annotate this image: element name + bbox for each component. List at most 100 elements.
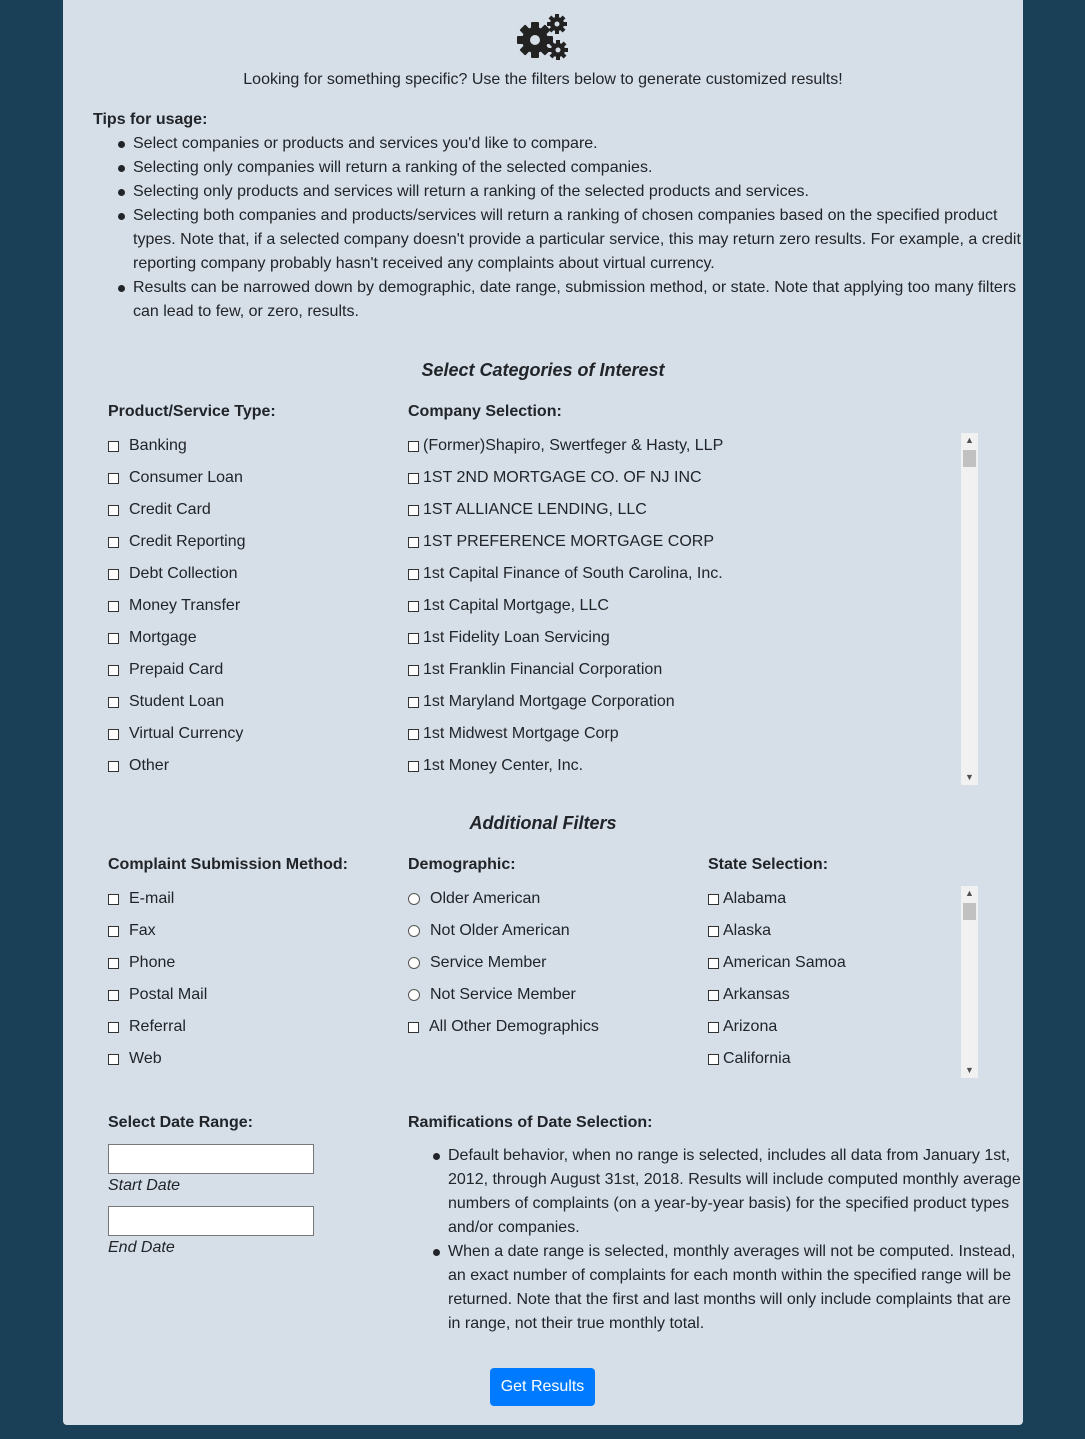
product-option-debt-collection[interactable]: Debt Collection bbox=[108, 564, 238, 584]
checkbox[interactable] bbox=[108, 989, 119, 1001]
date-ramifications-title: Ramifications of Date Selection: bbox=[408, 1114, 653, 1131]
company-option[interactable]: 1st Franklin Financial Corporation bbox=[408, 660, 662, 680]
checkbox[interactable] bbox=[408, 1021, 419, 1033]
additional-filters-title: Additional Filters bbox=[469, 813, 617, 833]
checkbox[interactable] bbox=[108, 728, 119, 740]
product-option-consumer-loan[interactable]: Consumer Loan bbox=[108, 468, 243, 488]
method-option-fax[interactable]: Fax bbox=[108, 921, 156, 941]
company-option[interactable]: 1st Capital Finance of South Carolina, I… bbox=[408, 564, 723, 584]
checkbox[interactable] bbox=[108, 925, 119, 937]
radio-button[interactable] bbox=[408, 893, 420, 905]
radio-button[interactable] bbox=[408, 957, 420, 969]
checkbox[interactable] bbox=[408, 760, 419, 772]
checkbox[interactable] bbox=[108, 632, 119, 644]
company-option[interactable]: (Former)Shapiro, Swertfeger & Hasty, LLP bbox=[408, 436, 723, 456]
scroll-down-icon[interactable]: ▼ bbox=[961, 1063, 978, 1078]
tip-item: Selecting only companies will return a r… bbox=[118, 156, 1023, 180]
checkbox[interactable] bbox=[108, 440, 119, 452]
checkbox[interactable] bbox=[708, 925, 719, 937]
product-option-other[interactable]: Other bbox=[108, 756, 169, 776]
checkbox[interactable] bbox=[408, 600, 419, 612]
product-option-banking[interactable]: Banking bbox=[108, 436, 187, 456]
checkbox[interactable] bbox=[408, 568, 419, 580]
radio-button[interactable] bbox=[408, 989, 420, 1001]
state-option[interactable]: Alaska bbox=[708, 921, 771, 941]
checkbox[interactable] bbox=[108, 472, 119, 484]
state-option[interactable]: California bbox=[708, 1049, 791, 1069]
method-option-referral[interactable]: Referral bbox=[108, 1017, 186, 1037]
checkbox[interactable] bbox=[108, 760, 119, 772]
scroll-thumb[interactable] bbox=[963, 450, 976, 467]
checkbox[interactable] bbox=[108, 664, 119, 676]
company-list-scrollbar[interactable]: ▲ ▼ bbox=[961, 433, 978, 785]
checkbox[interactable] bbox=[408, 472, 419, 484]
start-date-input[interactable] bbox=[108, 1144, 314, 1174]
checkbox[interactable] bbox=[408, 664, 419, 676]
checkbox[interactable] bbox=[708, 893, 719, 905]
checkbox[interactable] bbox=[708, 1021, 719, 1033]
product-option-money-transfer[interactable]: Money Transfer bbox=[108, 596, 240, 616]
end-date-label: End Date bbox=[108, 1239, 175, 1256]
company-option[interactable]: 1st Money Center, Inc. bbox=[408, 756, 583, 776]
scroll-down-icon[interactable]: ▼ bbox=[961, 770, 978, 785]
method-option-postal-mail[interactable]: Postal Mail bbox=[108, 985, 207, 1005]
product-option-virtual-currency[interactable]: Virtual Currency bbox=[108, 724, 243, 744]
checkbox[interactable] bbox=[408, 504, 419, 516]
checkbox[interactable] bbox=[108, 568, 119, 580]
company-option[interactable]: 1ST PREFERENCE MORTGAGE CORP bbox=[408, 532, 714, 552]
state-option[interactable]: Arizona bbox=[708, 1017, 777, 1037]
product-option-mortgage[interactable]: Mortgage bbox=[108, 628, 197, 648]
get-results-button[interactable]: Get Results bbox=[490, 1368, 595, 1406]
checkbox[interactable] bbox=[708, 1053, 719, 1065]
product-option-prepaid-card[interactable]: Prepaid Card bbox=[108, 660, 223, 680]
state-option[interactable]: Alabama bbox=[708, 889, 786, 909]
checkbox[interactable] bbox=[408, 632, 419, 644]
checkbox[interactable] bbox=[708, 989, 719, 1001]
product-option-student-loan[interactable]: Student Loan bbox=[108, 692, 224, 712]
checkbox[interactable] bbox=[408, 440, 419, 452]
checkbox[interactable] bbox=[408, 728, 419, 740]
company-option[interactable]: 1st Capital Mortgage, LLC bbox=[408, 596, 609, 616]
scroll-up-icon[interactable]: ▲ bbox=[961, 433, 978, 448]
checkbox[interactable] bbox=[108, 696, 119, 708]
checkbox[interactable] bbox=[108, 600, 119, 612]
checkbox[interactable] bbox=[408, 696, 419, 708]
product-type-title: Product/Service Type: bbox=[108, 403, 276, 420]
checkbox[interactable] bbox=[108, 504, 119, 516]
checkbox[interactable] bbox=[408, 536, 419, 548]
end-date-input[interactable] bbox=[108, 1206, 314, 1236]
product-option-credit-card[interactable]: Credit Card bbox=[108, 500, 211, 520]
scroll-thumb[interactable] bbox=[963, 903, 976, 920]
checkbox[interactable] bbox=[108, 893, 119, 905]
company-option[interactable]: 1ST ALLIANCE LENDING, LLC bbox=[408, 500, 647, 520]
company-option[interactable]: 1ST 2ND MORTGAGE CO. OF NJ INC bbox=[408, 468, 702, 488]
checkbox[interactable] bbox=[108, 1021, 119, 1033]
demographic-option-all-other[interactable]: All Other Demographics bbox=[408, 1017, 599, 1037]
demographic-option-older-american[interactable]: Older American bbox=[408, 889, 540, 909]
demographic-option-not-older-american[interactable]: Not Older American bbox=[408, 921, 570, 941]
method-option-phone[interactable]: Phone bbox=[108, 953, 175, 973]
state-option[interactable]: American Samoa bbox=[708, 953, 846, 973]
demographic-option-service-member[interactable]: Service Member bbox=[408, 953, 546, 973]
method-option-web[interactable]: Web bbox=[108, 1049, 162, 1069]
product-option-credit-reporting[interactable]: Credit Reporting bbox=[108, 532, 246, 552]
checkbox[interactable] bbox=[108, 1053, 119, 1065]
company-option[interactable]: 1st Fidelity Loan Servicing bbox=[408, 628, 610, 648]
method-option-email[interactable]: E-mail bbox=[108, 889, 174, 909]
filter-panel: Looking for something specific? Use the … bbox=[63, 0, 1023, 1425]
cogs-icon bbox=[515, 12, 571, 64]
start-date-label: Start Date bbox=[108, 1177, 181, 1194]
checkbox[interactable] bbox=[708, 957, 719, 969]
state-list-scrollbar[interactable]: ▲ ▼ bbox=[961, 886, 978, 1078]
company-option[interactable]: 1st Midwest Mortgage Corp bbox=[408, 724, 619, 744]
state-option[interactable]: Arkansas bbox=[708, 985, 790, 1005]
state-selection-title: State Selection: bbox=[708, 856, 829, 873]
radio-button[interactable] bbox=[408, 925, 420, 937]
categories-title: Select Categories of Interest bbox=[421, 360, 665, 380]
demographic-option-not-service-member[interactable]: Not Service Member bbox=[408, 985, 576, 1005]
company-option[interactable]: 1st Maryland Mortgage Corporation bbox=[408, 692, 675, 712]
date-range-title: Select Date Range: bbox=[108, 1114, 253, 1131]
checkbox[interactable] bbox=[108, 536, 119, 548]
scroll-up-icon[interactable]: ▲ bbox=[961, 886, 978, 901]
checkbox[interactable] bbox=[108, 957, 119, 969]
